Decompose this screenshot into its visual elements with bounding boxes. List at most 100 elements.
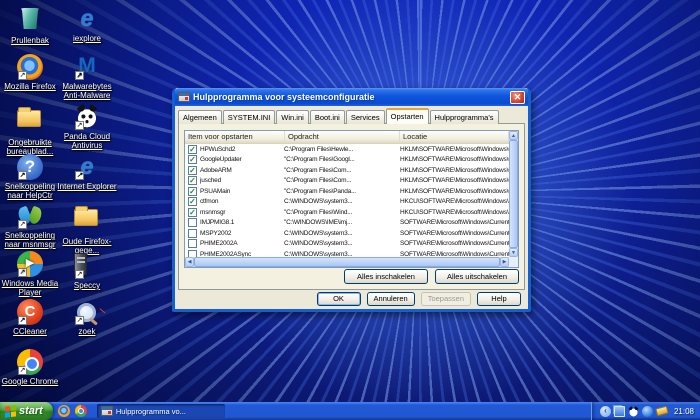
item-name: HPWuSchd2 [200,145,236,153]
msn-butterfly-icon [17,203,43,229]
item-location: HKLM\SOFTWARE\Microsoft\Windows\CurrentV… [400,187,509,195]
tab-algemeen[interactable]: Algemeen [178,110,222,124]
checkbox[interactable] [188,207,197,217]
checkbox[interactable] [188,218,197,228]
horizontal-scrollbar[interactable]: ◀ ▶ [185,257,509,267]
tray-chevron-icon[interactable]: ‹ [599,405,611,417]
device-tray-icon[interactable] [655,405,669,417]
desktop-icon-label: Mozilla Firefox [4,82,56,91]
globe-tray-icon[interactable] [641,405,653,417]
desktop-icon-zoek[interactable]: zoek [57,299,117,336]
list-rows: HPWuSchd2 C:\Program Files\Hewle... HKLM… [185,144,509,257]
tab-strip: Algemeen SYSTEM.INI Win.ini Boot.ini Ser… [178,108,499,124]
table-row[interactable]: jusched "C:\Program Files\Com... HKLM\SO… [185,176,509,187]
checkbox[interactable] [188,144,197,154]
dialog-title-bar[interactable]: Hulpprogramma voor systeemconfiguratie ✕ [175,88,528,106]
startup-items-list: Item voor opstarten Opdracht Locatie HPW… [184,130,519,268]
desktop-icon-oude-firefox[interactable]: Oude Firefox-gege... [57,203,117,255]
start-button[interactable]: start [0,402,53,420]
network-tray-icon[interactable] [613,405,625,417]
tab-bootini[interactable]: Boot.ini [309,110,345,124]
scroll-down-icon[interactable]: ▼ [509,248,518,257]
shortcut-arrow-icon [75,121,84,130]
disable-all-button[interactable]: Alles uitschakelen [435,269,519,284]
windows-media-player-icon: ▶ [17,251,43,277]
desktop-icon-label: Snelkoppeling naar HelpCtr [4,182,56,200]
desktop-icon-label: Panda Cloud Antivirus [63,132,111,150]
quicklaunch-firefox-icon[interactable] [57,405,70,417]
taskbar-clock: 21:08 [673,406,694,416]
checkbox[interactable] [188,165,197,175]
desktop-icon-firefox[interactable]: Mozilla Firefox [0,54,60,91]
table-row[interactable]: PSUAMain "C:\Program Files\Panda... HKLM… [185,186,509,197]
desktop-icon-label: Malwarebytes Anti-Malware [62,82,112,100]
item-name: IMJPMIG8.1 [200,219,235,227]
help-button[interactable]: Help [477,292,521,306]
table-row[interactable]: MSPY2002 C:\WINDOWS\system3... SOFTWARE\… [185,228,509,239]
item-command: "C:\Program Files\Panda... [284,187,356,195]
apply-button[interactable]: Toepassen [420,292,471,306]
desktop-icon-internet-explorer[interactable]: e Internet Explorer [57,154,117,191]
table-row[interactable]: PHIME2002ASync C:\WINDOWS\system3... SOF… [185,249,509,257]
scrollbar-thumb[interactable] [194,257,500,267]
checkbox[interactable] [188,176,197,186]
desktop-icon-iexplore[interactable]: e iexplore [57,6,117,43]
desktop-icon-helpctr[interactable]: ? Snelkoppeling naar HelpCtr [0,154,60,200]
item-name: msnmsgr [200,208,226,216]
scrollbar-thumb[interactable] [509,140,518,248]
column-header-locatie[interactable]: Locatie [400,131,509,143]
desktop-icon-malwarebytes[interactable]: M Malwarebytes Anti-Malware [57,54,117,100]
scroll-up-icon[interactable]: ▲ [509,131,518,140]
ok-button[interactable]: OK [316,292,361,306]
desktop-icon-ongebruikte-bureaublad[interactable]: Ongebruikte bureaublad... [0,104,60,156]
tab-hulpprogrammas[interactable]: Hulpprogramma's [429,110,499,124]
desktop-icon-label: Prullenbak [11,36,49,45]
table-row[interactable]: ctfmon C:\WINDOWS\system3... HKCU\SOFTWA… [185,197,509,208]
column-header-opdracht[interactable]: Opdracht [285,131,400,143]
tab-services[interactable]: Services [345,110,385,124]
column-header-item[interactable]: Item voor opstarten [185,131,285,143]
table-row[interactable]: GoogleUpdater "C:\Program Files\Googl...… [185,155,509,166]
close-button[interactable]: ✕ [510,90,525,104]
tab-opstarten[interactable]: Opstarten [385,108,429,124]
table-row[interactable]: msnmsgr "C:\Program Files\Wind... HKCU\S… [185,207,509,218]
panda-icon [74,104,100,130]
desktop-icon-msnmsgr[interactable]: Snelkoppeling naar msnmsgr [0,203,60,249]
taskbar-button-label: Hulpprogramma vo... [115,406,186,416]
tab-page-opstarten: Item voor opstarten Opdracht Locatie HPW… [178,123,525,290]
desktop-icon-chrome[interactable]: Google Chrome [0,349,60,386]
recycle-bin-icon [17,8,43,34]
taskbar: start Hulpprogramma vo... ‹ 21:08 [0,402,700,420]
windows-flag-icon [5,404,16,418]
checkbox[interactable] [188,155,197,165]
desktop-icon-panda-cloud[interactable]: Panda Cloud Antivirus [57,104,117,150]
table-row[interactable]: AdobeARM "C:\Program Files\Com... HKLM\S… [185,165,509,176]
tab-systemini[interactable]: SYSTEM.INI [222,110,276,124]
desktop-icon-ccleaner[interactable]: C CCleaner [0,299,60,336]
table-row[interactable]: IMJPMIG8.1 "C:\WINDOWS\IME\imj... SOFTWA… [185,218,509,229]
quicklaunch-chrome-icon[interactable] [74,405,87,417]
tab-winini[interactable]: Win.ini [276,110,309,124]
checkbox[interactable] [188,228,197,238]
panda-tray-icon[interactable] [627,405,639,417]
checkbox[interactable] [188,197,197,207]
vertical-scrollbar[interactable]: ▲ ▼ [509,131,518,257]
desktop-icon-prullenbak[interactable]: Prullenbak [0,6,60,45]
desktop-icon-wmp[interactable]: ▶ Windows Media Player [0,251,60,297]
taskbar-button-msconfig[interactable]: Hulpprogramma vo... [96,404,225,418]
checkbox[interactable] [188,239,197,249]
scroll-left-icon[interactable]: ◀ [185,257,194,267]
desktop-icon-label: Speccy [73,281,101,290]
shortcut-arrow-icon [18,220,27,229]
table-row[interactable]: HPWuSchd2 C:\Program Files\Hewle... HKLM… [185,144,509,155]
enable-all-button[interactable]: Alles inschakelen [344,269,428,284]
table-row[interactable]: PHIME2002A C:\WINDOWS\system3... SOFTWAR… [185,239,509,250]
firefox-icon [17,54,43,80]
checkbox[interactable] [188,249,197,257]
magnifier-icon [74,299,100,325]
scroll-right-icon[interactable]: ▶ [500,257,509,267]
checkbox[interactable] [188,186,197,196]
cancel-button[interactable]: Annuleren [366,292,415,306]
desktop-icon-speccy[interactable]: Speccy [57,251,117,290]
shortcut-arrow-icon [75,270,84,279]
